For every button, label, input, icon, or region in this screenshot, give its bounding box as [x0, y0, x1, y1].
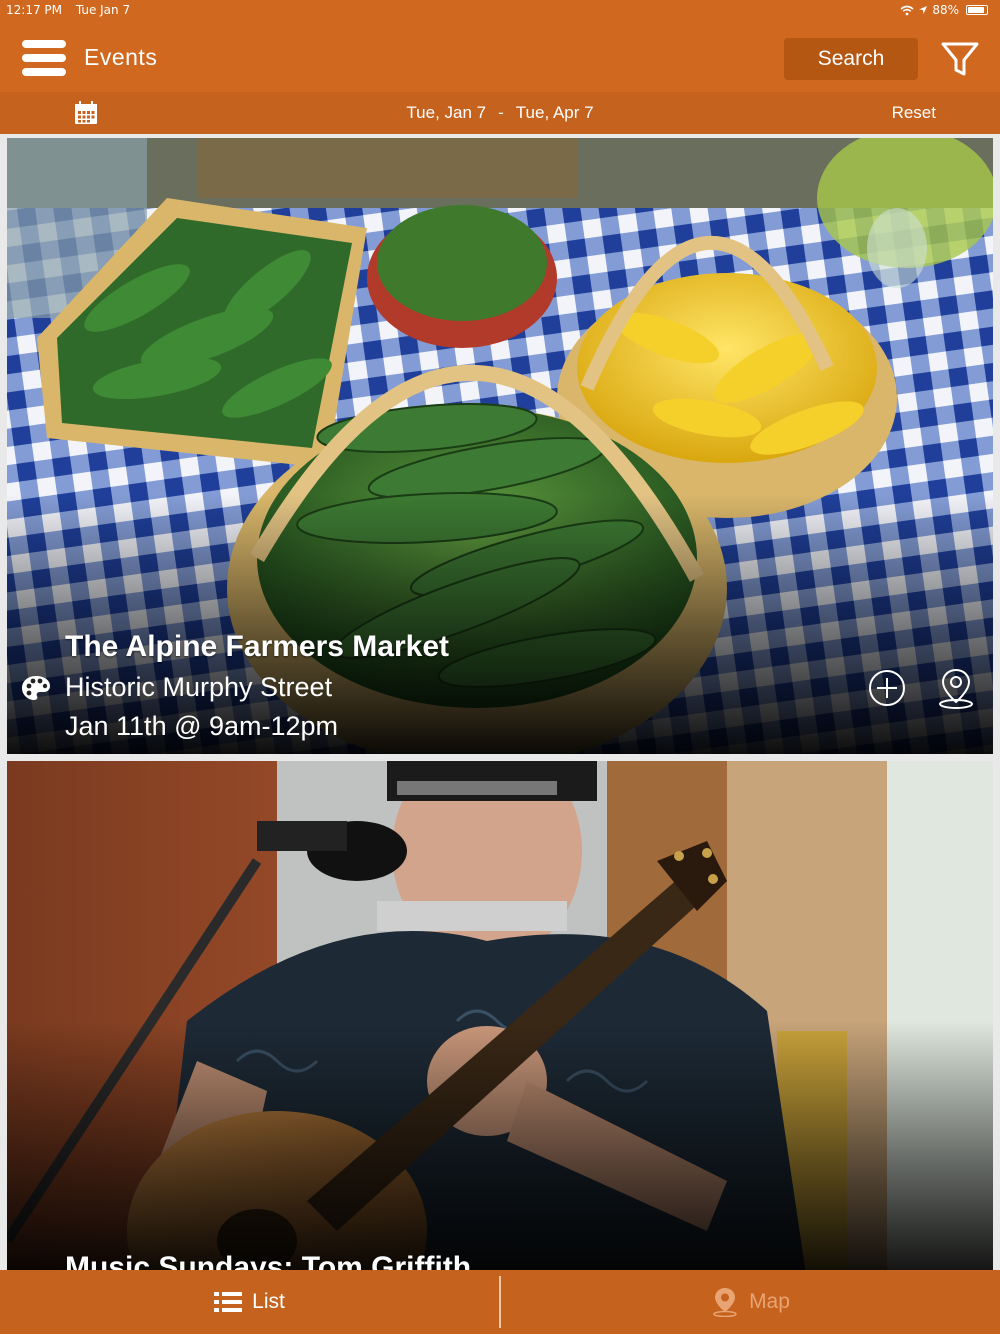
- battery-icon: [966, 5, 988, 15]
- wifi-icon: [900, 5, 914, 15]
- date-end: Tue, Apr 7: [515, 103, 594, 122]
- reset-button[interactable]: Reset: [892, 103, 936, 123]
- status-right: 88%: [900, 3, 988, 17]
- tab-list[interactable]: List: [0, 1270, 499, 1334]
- hamburger-menu-icon[interactable]: [22, 38, 66, 78]
- filter-icon[interactable]: [938, 40, 982, 80]
- search-button[interactable]: Search: [784, 38, 918, 80]
- event-time: Jan 11th @ 9am-12pm: [65, 711, 339, 741]
- status-bar: 12:17 PM Tue Jan 7 88%: [0, 0, 1000, 22]
- map-pin-icon[interactable]: [935, 666, 977, 710]
- tab-list-label: List: [252, 1290, 285, 1313]
- event-card[interactable]: Music Sundays: Tom Griffith: [7, 761, 993, 1270]
- date-range-text[interactable]: Tue, Jan 7- Tue, Apr 7: [0, 103, 1000, 123]
- app-header: Events Search: [0, 22, 1000, 92]
- date-separator: -: [498, 103, 504, 122]
- battery-percent: 88%: [932, 3, 959, 17]
- event-title: The Alpine Farmers Market: [65, 630, 450, 663]
- event-title: Music Sundays: Tom Griffith: [65, 1251, 472, 1270]
- list-icon: [214, 1292, 243, 1312]
- card-shade: [7, 1021, 993, 1270]
- status-left: 12:17 PM Tue Jan 7: [6, 3, 130, 17]
- location-arrow-icon: [919, 6, 928, 14]
- event-card[interactable]: The Alpine Farmers Market Historic Murph…: [7, 138, 993, 754]
- event-list[interactable]: The Alpine Farmers Market Historic Murph…: [0, 134, 1000, 1270]
- event-location: Historic Murphy Street: [65, 672, 333, 702]
- palette-icon: [22, 676, 50, 700]
- tab-map-label: Map: [749, 1290, 790, 1313]
- status-time: 12:17 PM: [6, 3, 62, 17]
- add-to-calendar-icon[interactable]: [867, 668, 907, 708]
- bottom-tab-bar: List Map: [0, 1270, 1000, 1334]
- date-start: Tue, Jan 7: [406, 103, 487, 122]
- date-range-bar: Tue, Jan 7- Tue, Apr 7 Reset: [0, 92, 1000, 134]
- page-title: Events: [84, 44, 158, 70]
- status-date: Tue Jan 7: [75, 3, 131, 17]
- tab-map[interactable]: Map: [501, 1270, 1000, 1334]
- battery-level: [968, 7, 984, 13]
- map-pin-icon: [713, 1288, 737, 1317]
